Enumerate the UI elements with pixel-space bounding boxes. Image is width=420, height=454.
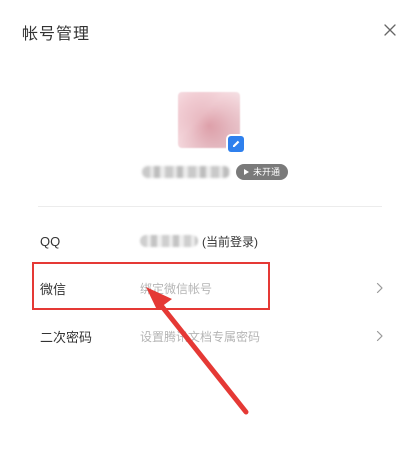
chevron-right-icon[interactable] [376,282,384,294]
chevron-right-icon[interactable] [376,330,384,342]
row-qq-label: QQ [40,233,61,249]
dialog-title: 帐号管理 [22,26,91,43]
row-qq-value: (当前登录) [140,233,258,250]
current-login-text: (当前登录) [202,234,258,249]
divider [38,206,382,207]
member-status-text: 未开通 [253,167,281,177]
member-status-badge[interactable]: 未开通 [236,164,289,180]
account-management-dialog: 帐号管理 未开通 QQ (当前登录) 微信 绑定微信帐号 二次密码 设置腾讯文档… [0,0,420,454]
pencil-icon [233,140,240,147]
qq-number-blurred [140,235,198,247]
row-qq: QQ (当前登录) [40,229,384,253]
set-password-link[interactable]: 设置腾讯文档专属密码 [140,328,260,345]
nickname-blurred [142,166,230,178]
play-icon [244,169,249,175]
edit-badge-icon[interactable] [228,136,244,152]
row-second-password-label: 二次密码 [40,329,93,345]
row-wechat-label: 微信 [40,281,67,297]
bind-wechat-link[interactable]: 绑定微信帐号 [140,280,212,297]
close-icon [384,24,396,36]
row-second-password[interactable]: 二次密码 设置腾讯文档专属密码 [40,324,384,348]
avatar-container[interactable] [178,92,244,152]
row-wechat[interactable]: 微信 绑定微信帐号 [40,276,384,300]
annotation-arrow-icon [146,287,249,415]
nickname-row: 未开通 [142,161,289,183]
close-button[interactable] [382,22,398,38]
